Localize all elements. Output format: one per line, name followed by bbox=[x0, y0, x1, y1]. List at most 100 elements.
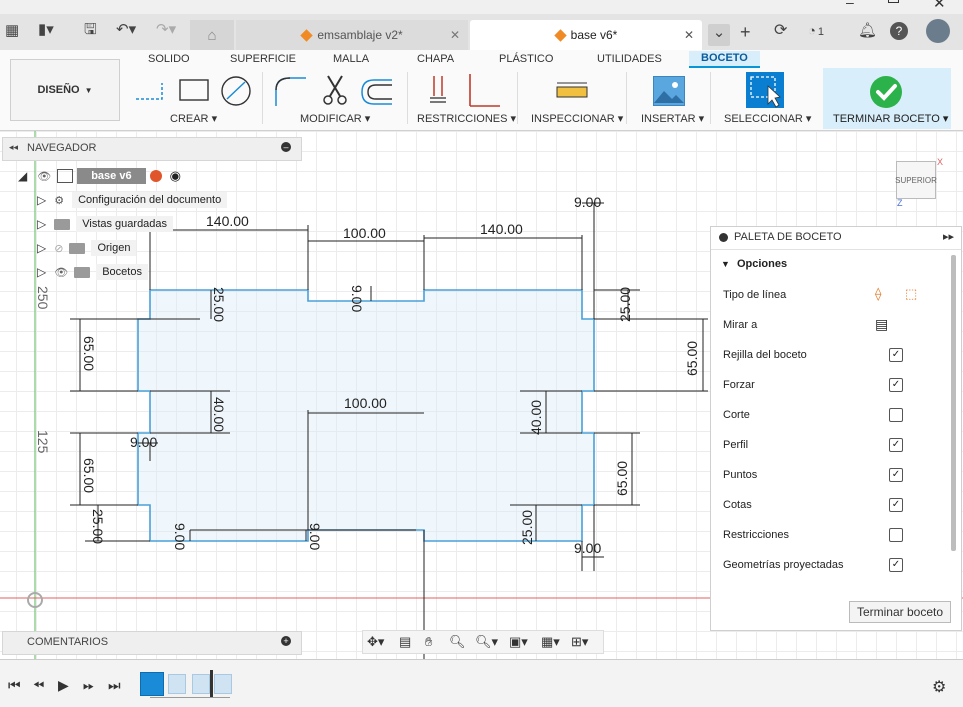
timeline-track bbox=[150, 697, 230, 698]
navigator-title: NAVEGADOR bbox=[27, 142, 97, 154]
minus-circle-icon[interactable]: – bbox=[281, 142, 291, 152]
close-tab-icon[interactable]: ✕ bbox=[684, 28, 694, 42]
job-status-icon[interactable]: ◔ 1 bbox=[808, 22, 824, 41]
minimize-icon[interactable]: – bbox=[846, 0, 854, 10]
tab-base[interactable]: base v6* ✕ bbox=[470, 20, 702, 50]
ribbon-tab-utilidades[interactable]: UTILIDADES bbox=[597, 53, 662, 65]
file-icon[interactable]: ▮▾ bbox=[38, 21, 54, 39]
plus-circle-icon[interactable]: + bbox=[281, 636, 291, 646]
expand-triangle-icon[interactable]: ▷ bbox=[37, 217, 46, 231]
activate-radio-icon[interactable]: ◉ bbox=[170, 168, 181, 184]
go-to-start-icon[interactable]: ⏮ bbox=[8, 677, 21, 694]
check-icon bbox=[870, 76, 902, 108]
step-forward-icon[interactable]: ⏩︎ bbox=[83, 677, 94, 694]
expand-triangle-icon[interactable]: ◢ bbox=[18, 169, 27, 183]
collapse-palette-icon[interactable] bbox=[719, 233, 728, 242]
construction-line-icon[interactable]: ⟠ bbox=[875, 286, 881, 302]
group-label: INSPECCIONAR bbox=[531, 113, 615, 125]
option-label: Perfil bbox=[723, 439, 749, 451]
tab-label: base v6* bbox=[570, 28, 618, 42]
orbit-icon[interactable]: ✥▾ bbox=[367, 634, 384, 650]
points-checkbox[interactable]: ✓ bbox=[889, 468, 903, 482]
slice-checkbox[interactable] bbox=[889, 408, 903, 422]
centerline-icon[interactable]: ⬚ bbox=[905, 286, 917, 302]
collapse-panel-icon[interactable]: ◂◂ bbox=[9, 142, 18, 153]
workspace-dropdown[interactable]: DISEÑO ▼ bbox=[10, 59, 120, 121]
close-icon[interactable]: ✕ bbox=[933, 0, 946, 12]
save-icon[interactable]: 🖫 bbox=[84, 21, 97, 39]
group-inspeccionar[interactable]: INSPECCIONAR ▾ bbox=[531, 112, 623, 125]
redo-icon[interactable]: ↷▾ bbox=[156, 21, 176, 39]
zoom-icon[interactable]: 🔍︎ bbox=[449, 634, 466, 650]
timeline-feature[interactable] bbox=[168, 674, 186, 694]
browser-item-saved-views[interactable]: ▷ Vistas guardadas bbox=[37, 215, 174, 233]
sync-icon[interactable]: ⟳ bbox=[774, 22, 787, 40]
undo-icon[interactable]: ↶▾ bbox=[116, 21, 136, 39]
go-to-end-icon[interactable]: ⏭ bbox=[108, 677, 121, 694]
tab-overflow-chevron-icon[interactable]: ⌄ bbox=[708, 24, 730, 46]
expand-palette-icon[interactable]: ▸▸ bbox=[943, 230, 954, 243]
avatar[interactable] bbox=[926, 19, 950, 43]
pan-hand-icon[interactable]: ✋︎ bbox=[425, 634, 432, 650]
timeline-sketch-feature[interactable] bbox=[140, 672, 164, 696]
group-restricciones[interactable]: RESTRICCIONES ▾ bbox=[417, 112, 516, 125]
finish-sketch-palette-button[interactable]: Terminar boceto bbox=[849, 601, 951, 623]
browser-item-origin[interactable]: ▷ ⊘ Origen bbox=[37, 239, 137, 257]
grid-settings-icon[interactable]: ▦▾ bbox=[541, 634, 560, 650]
profile-checkbox[interactable]: ✓ bbox=[889, 438, 903, 452]
look-at-icon[interactable]: ▤ bbox=[875, 316, 888, 333]
play-icon[interactable]: ▶ bbox=[58, 677, 69, 694]
tab-emsamblaje[interactable]: emsamblaje v2* ✕ bbox=[236, 20, 468, 50]
timeline-feature[interactable] bbox=[214, 674, 232, 694]
component-box-icon bbox=[57, 169, 74, 183]
browser-root[interactable]: ◢ 👁︎ base v6 ◉ bbox=[18, 167, 181, 185]
ribbon-tab-malla[interactable]: MALLA bbox=[333, 53, 369, 65]
dimensions-checkbox[interactable]: ✓ bbox=[889, 498, 903, 512]
palette-scrollbar[interactable] bbox=[951, 255, 956, 551]
browser-item-config[interactable]: ▷ ⚙ Configuración del documento bbox=[37, 191, 228, 209]
maximize-icon[interactable] bbox=[888, 0, 899, 3]
home-tab[interactable]: ⌂ bbox=[190, 20, 234, 50]
snap-checkbox[interactable]: ✓ bbox=[889, 378, 903, 392]
timeline-marker[interactable] bbox=[210, 670, 213, 698]
step-back-icon[interactable]: ⏪︎ bbox=[33, 677, 44, 694]
ribbon-tab-boceto[interactable]: BOCETO bbox=[689, 51, 760, 68]
finish-sketch-button[interactable]: TERMINAR BOCETO ▾ bbox=[823, 68, 951, 129]
expand-triangle-icon[interactable]: ▷ bbox=[37, 265, 46, 279]
eye-icon[interactable]: 👁︎ bbox=[54, 266, 68, 279]
close-tab-icon[interactable]: ✕ bbox=[450, 28, 460, 42]
ribbon-tab-plastico[interactable]: PLÁSTICO bbox=[499, 53, 553, 65]
browser-item-sketches[interactable]: ▷ 👁︎ Bocetos bbox=[37, 263, 148, 281]
group-modificar[interactable]: MODIFICAR ▾ bbox=[300, 112, 370, 125]
expand-triangle-icon[interactable]: ▷ bbox=[37, 193, 46, 207]
group-seleccionar[interactable]: SELECCIONAR ▾ bbox=[724, 112, 811, 125]
new-tab-plus-icon[interactable]: + bbox=[740, 23, 751, 41]
warning-badge-icon[interactable] bbox=[149, 170, 162, 182]
sketch-grid-checkbox[interactable]: ✓ bbox=[889, 348, 903, 362]
browser-item-label: Origen bbox=[91, 240, 137, 256]
hidden-eye-icon[interactable]: ⊘ bbox=[54, 242, 63, 255]
display-settings-icon[interactable]: ▣▾ bbox=[509, 634, 528, 650]
zoom-window-icon[interactable]: 🔍︎▾ bbox=[475, 634, 498, 650]
help-icon[interactable]: ? bbox=[890, 22, 908, 40]
ribbon-tab-superficie[interactable]: SUPERFICIE bbox=[230, 53, 296, 65]
timeline-feature[interactable] bbox=[192, 674, 210, 694]
group-insertar[interactable]: INSERTAR ▾ bbox=[641, 112, 704, 125]
dim-65-lower-left: 65.00 bbox=[81, 458, 97, 493]
projected-geometries-checkbox[interactable]: ✓ bbox=[889, 558, 903, 572]
bell-icon[interactable]: 🔔︎ bbox=[858, 22, 877, 40]
grid-menu-icon[interactable]: ▦ bbox=[5, 22, 19, 40]
look-at-icon[interactable]: ▤ bbox=[399, 634, 411, 650]
constraints-checkbox[interactable] bbox=[889, 528, 903, 542]
dim-250: 250 bbox=[35, 286, 51, 310]
eye-icon[interactable]: 👁︎ bbox=[37, 170, 51, 183]
ribbon-tab-solido[interactable]: SOLIDO bbox=[148, 53, 190, 65]
settings-gear-icon[interactable]: ⚙ bbox=[932, 677, 946, 697]
viewports-icon[interactable]: ⊞▾ bbox=[571, 634, 588, 650]
ribbon-tab-chapa[interactable]: CHAPA bbox=[417, 53, 454, 65]
dim-9-left: 9.00 bbox=[130, 434, 157, 450]
group-crear[interactable]: CREAR ▾ bbox=[170, 112, 217, 125]
expand-triangle-icon[interactable]: ▷ bbox=[37, 241, 46, 255]
options-section-header[interactable]: ▼ Opciones bbox=[721, 258, 787, 270]
view-cube[interactable]: SUPERIOR bbox=[895, 161, 937, 199]
